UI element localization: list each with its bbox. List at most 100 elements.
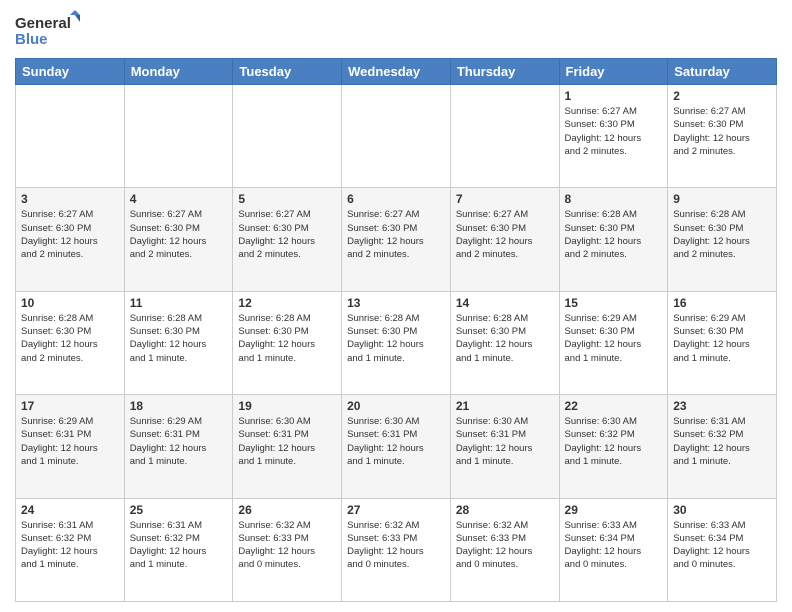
calendar-cell: 2 Sunrise: 6:27 AM Sunset: 6:30 PM Daylig… xyxy=(668,85,777,188)
day-info: Sunrise: 6:32 AM Sunset: 6:33 PM Dayligh… xyxy=(238,519,336,572)
calendar-cell: 20 Sunrise: 6:30 AM Sunset: 6:31 PM Dayli… xyxy=(342,395,451,498)
day-info: Sunrise: 6:29 AM Sunset: 6:30 PM Dayligh… xyxy=(673,312,771,365)
day-number: 30 xyxy=(673,503,771,517)
calendar-cell: 24 Sunrise: 6:31 AM Sunset: 6:32 PM Dayli… xyxy=(16,498,125,601)
day-header-wednesday: Wednesday xyxy=(342,59,451,85)
svg-text:Blue: Blue xyxy=(15,31,48,48)
day-info: Sunrise: 6:27 AM Sunset: 6:30 PM Dayligh… xyxy=(21,208,119,261)
day-info: Sunrise: 6:27 AM Sunset: 6:30 PM Dayligh… xyxy=(347,208,445,261)
calendar-cell: 9 Sunrise: 6:28 AM Sunset: 6:30 PM Daylig… xyxy=(668,188,777,291)
day-info: Sunrise: 6:32 AM Sunset: 6:33 PM Dayligh… xyxy=(347,519,445,572)
calendar-cell: 19 Sunrise: 6:30 AM Sunset: 6:31 PM Dayli… xyxy=(233,395,342,498)
day-info: Sunrise: 6:28 AM Sunset: 6:30 PM Dayligh… xyxy=(238,312,336,365)
day-info: Sunrise: 6:30 AM Sunset: 6:31 PM Dayligh… xyxy=(238,415,336,468)
calendar-cell xyxy=(16,85,125,188)
day-number: 21 xyxy=(456,399,554,413)
day-number: 24 xyxy=(21,503,119,517)
day-number: 2 xyxy=(673,89,771,103)
day-header-friday: Friday xyxy=(559,59,668,85)
day-number: 29 xyxy=(565,503,663,517)
day-number: 4 xyxy=(130,192,228,206)
calendar-cell: 16Sunrise: 6:29 AM Sunset: 6:30 PM Dayli… xyxy=(668,291,777,394)
calendar-cell: 12 Sunrise: 6:28 AM Sunset: 6:30 PM Dayli… xyxy=(233,291,342,394)
calendar-cell: 28 Sunrise: 6:32 AM Sunset: 6:33 PM Dayli… xyxy=(450,498,559,601)
day-info: Sunrise: 6:28 AM Sunset: 6:30 PM Dayligh… xyxy=(565,208,663,261)
calendar-cell: 21 Sunrise: 6:30 AM Sunset: 6:31 PM Dayli… xyxy=(450,395,559,498)
day-number: 7 xyxy=(456,192,554,206)
calendar-cell: 14 Sunrise: 6:28 AM Sunset: 6:30 PM Dayli… xyxy=(450,291,559,394)
logo-svg: GeneralBlue xyxy=(15,10,85,50)
week-row-1: 1Sunrise: 6:27 AM Sunset: 6:30 PM Daylig… xyxy=(16,85,777,188)
calendar-cell: 5 Sunrise: 6:27 AM Sunset: 6:30 PM Daylig… xyxy=(233,188,342,291)
day-number: 8 xyxy=(565,192,663,206)
week-row-3: 10Sunrise: 6:28 AM Sunset: 6:30 PM Dayli… xyxy=(16,291,777,394)
calendar-cell: 1Sunrise: 6:27 AM Sunset: 6:30 PM Daylig… xyxy=(559,85,668,188)
day-number: 20 xyxy=(347,399,445,413)
day-number: 13 xyxy=(347,296,445,310)
calendar-cell: 8 Sunrise: 6:28 AM Sunset: 6:30 PM Daylig… xyxy=(559,188,668,291)
day-number: 19 xyxy=(238,399,336,413)
calendar-cell: 22 Sunrise: 6:30 AM Sunset: 6:32 PM Dayli… xyxy=(559,395,668,498)
day-info: Sunrise: 6:31 AM Sunset: 6:32 PM Dayligh… xyxy=(21,519,119,572)
day-info: Sunrise: 6:31 AM Sunset: 6:32 PM Dayligh… xyxy=(673,415,771,468)
day-info: Sunrise: 6:30 AM Sunset: 6:31 PM Dayligh… xyxy=(456,415,554,468)
day-number: 26 xyxy=(238,503,336,517)
calendar-cell xyxy=(450,85,559,188)
calendar-cell: 3 Sunrise: 6:27 AM Sunset: 6:30 PM Daylig… xyxy=(16,188,125,291)
day-info: Sunrise: 6:32 AM Sunset: 6:33 PM Dayligh… xyxy=(456,519,554,572)
day-number: 6 xyxy=(347,192,445,206)
header: GeneralBlue xyxy=(15,10,777,50)
calendar-cell: 7 Sunrise: 6:27 AM Sunset: 6:30 PM Daylig… xyxy=(450,188,559,291)
day-number: 15 xyxy=(565,296,663,310)
day-number: 11 xyxy=(130,296,228,310)
day-number: 22 xyxy=(565,399,663,413)
day-info: Sunrise: 6:27 AM Sunset: 6:30 PM Dayligh… xyxy=(456,208,554,261)
calendar-cell: 4 Sunrise: 6:27 AM Sunset: 6:30 PM Daylig… xyxy=(124,188,233,291)
day-number: 3 xyxy=(21,192,119,206)
day-number: 27 xyxy=(347,503,445,517)
day-number: 5 xyxy=(238,192,336,206)
day-header-thursday: Thursday xyxy=(450,59,559,85)
day-info: Sunrise: 6:28 AM Sunset: 6:30 PM Dayligh… xyxy=(673,208,771,261)
day-info: Sunrise: 6:29 AM Sunset: 6:30 PM Dayligh… xyxy=(565,312,663,365)
calendar-cell xyxy=(124,85,233,188)
day-header-tuesday: Tuesday xyxy=(233,59,342,85)
day-header-sunday: Sunday xyxy=(16,59,125,85)
day-number: 17 xyxy=(21,399,119,413)
week-row-2: 3 Sunrise: 6:27 AM Sunset: 6:30 PM Daylig… xyxy=(16,188,777,291)
svg-text:General: General xyxy=(15,15,71,32)
logo: GeneralBlue xyxy=(15,10,85,50)
calendar-cell: 23Sunrise: 6:31 AM Sunset: 6:32 PM Dayli… xyxy=(668,395,777,498)
day-header-saturday: Saturday xyxy=(668,59,777,85)
day-info: Sunrise: 6:28 AM Sunset: 6:30 PM Dayligh… xyxy=(347,312,445,365)
day-info: Sunrise: 6:30 AM Sunset: 6:31 PM Dayligh… xyxy=(347,415,445,468)
day-info: Sunrise: 6:31 AM Sunset: 6:32 PM Dayligh… xyxy=(130,519,228,572)
day-info: Sunrise: 6:29 AM Sunset: 6:31 PM Dayligh… xyxy=(130,415,228,468)
calendar-cell: 25Sunrise: 6:31 AM Sunset: 6:32 PM Dayli… xyxy=(124,498,233,601)
calendar-cell: 27 Sunrise: 6:32 AM Sunset: 6:33 PM Dayli… xyxy=(342,498,451,601)
calendar-cell: 26 Sunrise: 6:32 AM Sunset: 6:33 PM Dayli… xyxy=(233,498,342,601)
week-row-4: 17 Sunrise: 6:29 AM Sunset: 6:31 PM Dayli… xyxy=(16,395,777,498)
day-header-monday: Monday xyxy=(124,59,233,85)
day-info: Sunrise: 6:28 AM Sunset: 6:30 PM Dayligh… xyxy=(456,312,554,365)
week-row-5: 24 Sunrise: 6:31 AM Sunset: 6:32 PM Dayli… xyxy=(16,498,777,601)
day-number: 14 xyxy=(456,296,554,310)
day-number: 12 xyxy=(238,296,336,310)
day-info: Sunrise: 6:27 AM Sunset: 6:30 PM Dayligh… xyxy=(238,208,336,261)
day-info: Sunrise: 6:33 AM Sunset: 6:34 PM Dayligh… xyxy=(673,519,771,572)
calendar-table: SundayMondayTuesdayWednesdayThursdayFrid… xyxy=(15,58,777,602)
day-number: 9 xyxy=(673,192,771,206)
calendar-cell: 6 Sunrise: 6:27 AM Sunset: 6:30 PM Daylig… xyxy=(342,188,451,291)
day-info: Sunrise: 6:28 AM Sunset: 6:30 PM Dayligh… xyxy=(130,312,228,365)
calendar-cell: 15 Sunrise: 6:29 AM Sunset: 6:30 PM Dayli… xyxy=(559,291,668,394)
day-info: Sunrise: 6:27 AM Sunset: 6:30 PM Dayligh… xyxy=(673,105,771,158)
day-number: 28 xyxy=(456,503,554,517)
day-info: Sunrise: 6:27 AM Sunset: 6:30 PM Dayligh… xyxy=(130,208,228,261)
calendar-cell xyxy=(342,85,451,188)
day-info: Sunrise: 6:30 AM Sunset: 6:32 PM Dayligh… xyxy=(565,415,663,468)
day-info: Sunrise: 6:28 AM Sunset: 6:30 PM Dayligh… xyxy=(21,312,119,365)
calendar-cell xyxy=(233,85,342,188)
calendar-header-row: SundayMondayTuesdayWednesdayThursdayFrid… xyxy=(16,59,777,85)
day-info: Sunrise: 6:27 AM Sunset: 6:30 PM Dayligh… xyxy=(565,105,663,158)
calendar-cell: 29Sunrise: 6:33 AM Sunset: 6:34 PM Dayli… xyxy=(559,498,668,601)
